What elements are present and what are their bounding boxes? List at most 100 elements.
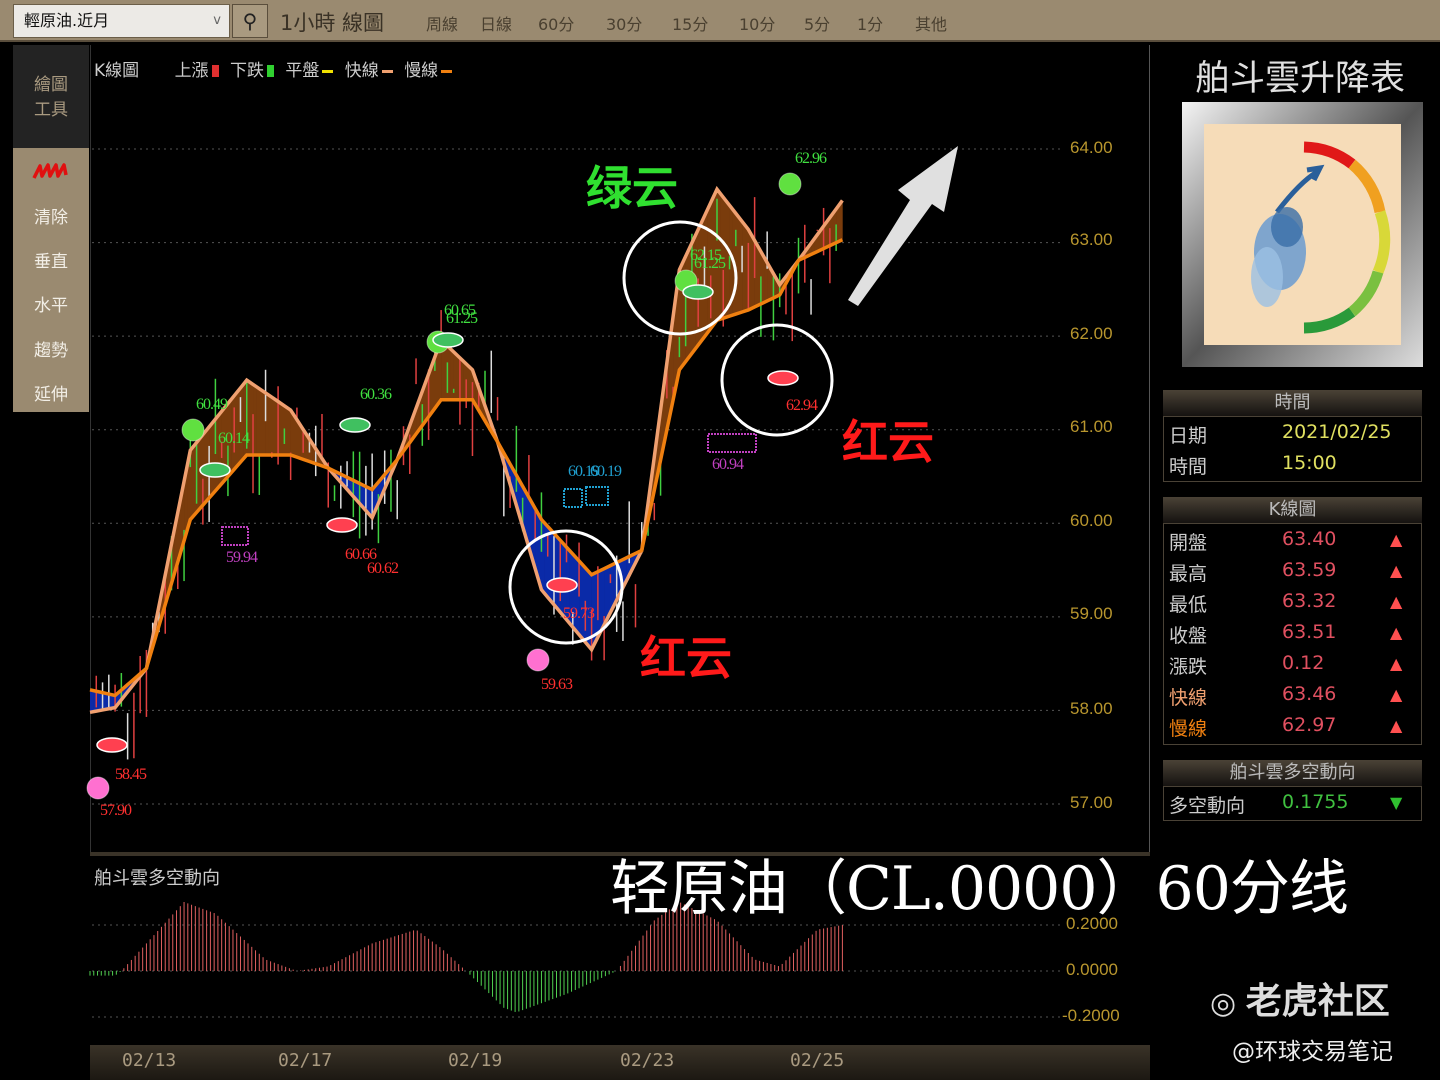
price-annotation: 59.63 [541,676,573,693]
trend-up-icon: ▲ [1390,592,1403,611]
trend-down-icon: ▼ [1390,793,1403,812]
direction-section: 多空動向 0.1755 ▼ [1163,786,1422,821]
k-section: 開盤 63.40 ▲ 最高 63.59 ▲ 最低 63.32 ▲ 收盤 63.51 ▲… [1163,523,1422,745]
price-annotation: 60.36 [360,386,392,403]
k-row-label: 快線 [1169,687,1208,709]
time-value: 15:00 [1282,452,1337,474]
legend-down-swatch [266,65,274,77]
k-section-header: K線圖 [1163,497,1422,523]
cloud-segment [287,407,291,455]
y-tick: 64.00 [1070,138,1113,157]
k-row-label: 漲跌 [1169,656,1208,678]
cloud-segment [90,689,94,713]
time-section: 日期 2021/02/25 時間 15:00 [1163,416,1422,482]
cloud-icon [326,517,358,533]
price-annotation: 60.94 [712,456,744,473]
y-tick: 62.00 [1070,324,1113,343]
k-row-label: 最低 [1169,594,1208,616]
legend-flat-swatch [322,69,334,73]
price-annotation: 61.25 [694,255,726,272]
price-annotation: 62.96 [795,150,827,167]
date-label: 日期 [1169,425,1208,447]
y-tick: 63.00 [1070,230,1113,249]
k-row-value: 62.97 [1282,714,1337,736]
watermark-logo: ◎ 老虎社区 [1210,972,1390,1024]
x-tick: 02/23 [620,1050,675,1071]
y-tick: 59.00 [1070,604,1113,623]
cloud-icon [767,370,799,386]
price-annotation: 60.14 [218,430,250,447]
legend-slow-label: 慢線 [404,61,439,81]
cloud-segment [735,213,740,315]
price-annotation: 61.25 [446,310,478,327]
legend-down-label: 下跌 [229,61,264,81]
legend-slow: 慢線 [404,61,453,81]
legend-fast-label: 快線 [344,61,379,81]
price-annotation: 57.90 [100,802,132,819]
hatch-marker [221,526,249,546]
indicator-title: 舶斗雲多空動向 [94,868,220,889]
trend-up-icon: ▲ [1390,561,1403,580]
cloud-segment [259,388,263,455]
y-tick: 58.00 [1070,699,1113,718]
cloud-icon [432,332,464,348]
k-row-value: 63.51 [1282,621,1337,643]
signal-ball-icon [526,648,550,672]
cloud-segment [268,395,273,455]
x-tick: 02/13 [122,1050,177,1071]
ind-y-tick: 0.0000 [1066,960,1118,979]
cloud-icon [199,462,231,478]
hatch-marker [707,433,757,453]
y-tick: 57.00 [1070,793,1113,812]
chart-legend: K線圖 上漲 下跌 平盤 快線 慢線 [94,56,458,81]
k-row-value: 63.46 [1282,683,1337,705]
panel-title: 舶斗雲升降表 [1195,59,1406,99]
red-cloud-label: 红云 [842,415,934,469]
time-section-header: 時間 [1163,390,1422,416]
hatch-marker [563,488,583,508]
date-value: 2021/02/25 [1282,421,1392,443]
tiger-icon: ◎ [1210,986,1246,1021]
cloud-icon [546,577,578,593]
trend-up-icon: ▲ [1390,530,1403,549]
trend-up-icon: ▲ [1390,623,1403,642]
k-row-label: 慢線 [1169,718,1208,740]
price-annotation: 62.94 [786,397,818,414]
red-cloud-label: 红云 [640,631,732,685]
direction-label: 多空動向 [1169,795,1246,817]
watermark-user: @环球交易笔记 [1232,1039,1393,1065]
k-row-value: 0.12 [1282,652,1325,674]
price-annotation: 60.49 [196,396,228,413]
direction-value: 0.1755 [1282,791,1349,813]
legend-title: K線圖 [94,61,140,81]
legend-fast-swatch [381,69,393,73]
up-arrow-icon [848,146,958,306]
signal-ball-icon [181,418,205,442]
legend-flat: 平盤 [285,61,334,81]
legend-flat-label: 平盤 [285,61,320,81]
time-label: 時間 [1169,456,1208,478]
legend-down: 下跌 [230,61,274,81]
k-row-value: 63.40 [1282,528,1337,550]
cloud-icon [96,737,128,753]
cloud-icon [682,284,714,300]
x-tick: 02/19 [448,1050,503,1071]
caption: 轻原油（CL.0000）60分线 [610,854,1349,924]
price-annotation: 59.94 [226,549,258,566]
trend-up-icon: ▲ [1390,716,1403,735]
k-row-label: 開盤 [1169,532,1208,554]
price-annotation: 58.45 [115,766,147,783]
x-tick: 02/25 [790,1050,845,1071]
x-tick: 02/17 [278,1050,333,1071]
legend-slow-swatch [441,69,453,73]
price-annotation: 60.19 [590,463,622,480]
green-cloud-label: 绿云 [586,161,678,215]
k-row-value: 63.32 [1282,590,1337,612]
signal-ball-icon [778,172,802,196]
y-tick: 61.00 [1070,417,1113,436]
trend-up-icon: ▲ [1390,685,1403,704]
ind-y-tick: -0.2000 [1062,1006,1120,1025]
legend-up: 上漲 [175,61,219,81]
k-row-label: 最高 [1169,563,1208,585]
cloud-segment [240,384,244,463]
